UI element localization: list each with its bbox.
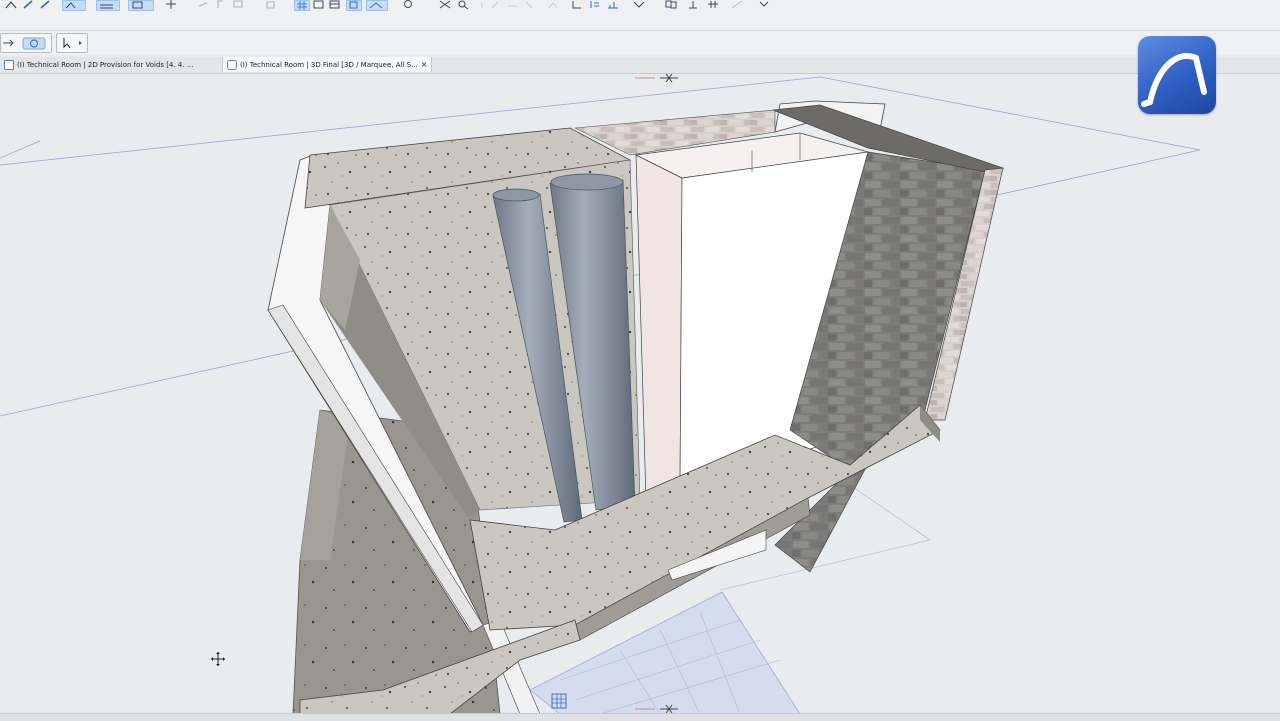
tab-label: (I) Technical Room | 3D Final [3D / Marq… (240, 60, 418, 69)
pen-tool-icon[interactable] (38, 0, 52, 9)
group-tool-icon[interactable] (264, 0, 278, 9)
move-cursor-icon (211, 651, 225, 666)
crosshair-tool-icon[interactable] (164, 0, 178, 9)
archicad-logo-icon (1138, 36, 1216, 114)
info-box (0, 31, 1280, 55)
angle-icon[interactable] (570, 0, 584, 9)
stack-icon[interactable] (664, 0, 678, 9)
pencil-tool-icon[interactable] (22, 0, 36, 9)
layout-icon[interactable] (328, 0, 342, 9)
renovation-filter-icon[interactable] (366, 0, 388, 11)
arrow-tool-icon[interactable] (4, 0, 18, 9)
main-toolbar (0, 0, 1280, 31)
ruler-icon[interactable] (730, 0, 744, 9)
copy-tool-icon[interactable] (232, 0, 246, 9)
arrow-select-box[interactable] (56, 33, 88, 53)
close-icon[interactable]: × (421, 60, 428, 69)
suspend-groups-icon[interactable] (346, 0, 362, 11)
view-tab-bar: (I) Technical Room | 2D Provision for Vo… (0, 57, 1280, 74)
offset-tool-icon[interactable] (196, 0, 210, 9)
pan-icon[interactable] (546, 0, 560, 9)
visibility-icon[interactable] (400, 0, 420, 9)
options-icon[interactable] (758, 0, 772, 9)
3d-viewport[interactable] (0, 74, 1280, 714)
floor-plan-icon (4, 59, 14, 70)
selection-method-box[interactable] (0, 33, 52, 53)
3d-view-icon (227, 59, 237, 70)
align-icon[interactable] (606, 0, 620, 9)
distribute-icon[interactable] (588, 0, 602, 9)
layers-tool-icon[interactable] (96, 0, 120, 11)
grid-snap-icon[interactable] (294, 0, 310, 11)
view-tool-icon[interactable] (128, 0, 154, 11)
marquee-marker-top[interactable] (635, 74, 678, 83)
drag-icon[interactable] (632, 0, 646, 9)
zoom-icon[interactable] (456, 0, 470, 9)
tab-2d-provision-for-voids[interactable]: (I) Technical Room | 2D Provision for Vo… (0, 57, 198, 72)
elevate-icon[interactable] (686, 0, 700, 9)
trace-icon[interactable] (312, 0, 326, 9)
3d-model-canvas (0, 74, 1201, 714)
marquee-tool-icon[interactable] (62, 0, 86, 11)
split-tool-icon[interactable] (214, 0, 228, 9)
tab-3d-final[interactable]: (I) Technical Room | 3D Final [3D / Marq… (222, 57, 433, 72)
disabled-tools-group (478, 0, 538, 9)
tab-label: (I) Technical Room | 2D Provision for Vo… (17, 60, 194, 69)
mirror-icon[interactable] (706, 0, 720, 9)
scissors-icon[interactable] (438, 0, 452, 9)
